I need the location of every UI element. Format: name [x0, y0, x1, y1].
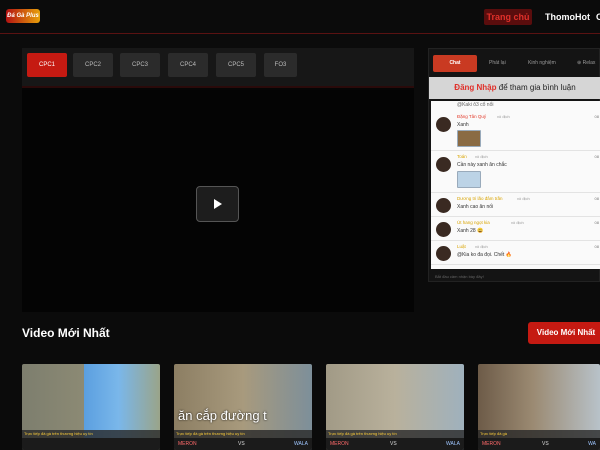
- message-text: @Kia ko đa đọi. Chết 🔥: [457, 252, 512, 258]
- message-text: Cần này xanh ăn chắc: [457, 162, 507, 168]
- tab-relax[interactable]: ⊕ Relax: [577, 55, 595, 72]
- tab-chat[interactable]: Chat: [433, 55, 477, 72]
- user-role-badge: vô địch: [511, 220, 524, 225]
- wala-label: WALA: [294, 441, 308, 447]
- video-thumbnail[interactable]: ăn cắp đường t Trực tiếp đá gà trên thươ…: [174, 364, 312, 450]
- video-thumbnail[interactable]: Trực tiếp đá gà MERON VS WA: [478, 364, 600, 450]
- tab-fo3[interactable]: FO3: [264, 53, 297, 77]
- message-time: 08: [594, 244, 599, 249]
- tab-replay[interactable]: Phát lại: [489, 55, 506, 72]
- chat-username: Luật: [457, 244, 466, 249]
- chat-tabs: Chat Phát lại Kinh nghiệm ⊕ Relax: [429, 49, 600, 75]
- latest-videos-title: Video Mới Nhất: [22, 326, 110, 340]
- chat-message: Út hang ngọt kia vô địch 08 Xanh 28 😀: [431, 217, 600, 241]
- video-caption: Trực tiếp đá gà trên thương hiệu uy tín: [22, 430, 160, 438]
- meron-label: MERON: [482, 441, 501, 447]
- chat-panel: Chat Phát lại Kinh nghiệm ⊕ Relax Đăng N…: [428, 48, 600, 282]
- chat-username: Út hang ngọt kia: [457, 220, 490, 225]
- chat-message: Toán vô địch 08 Cần này xanh ăn chắc: [431, 151, 600, 193]
- message-time: 08: [594, 154, 599, 159]
- chat-input[interactable]: Bắt đầu cảm nhận bày đây!: [429, 271, 600, 283]
- chat-message: Dương tri lão đâm trần vô địch 08 Xanh c…: [431, 193, 600, 217]
- sticker-image: [457, 130, 481, 147]
- vs-label: VS: [542, 441, 549, 447]
- avatar: [436, 222, 451, 237]
- wala-label: WALA: [446, 441, 460, 447]
- score-bar: [22, 438, 160, 450]
- user-role-badge: vô địch: [475, 154, 488, 159]
- play-button[interactable]: [196, 186, 239, 222]
- message-time: 08: [594, 114, 599, 119]
- avatar: [436, 198, 451, 213]
- score-bar: MERON VS WALA: [326, 438, 464, 450]
- meron-label: MERON: [178, 441, 197, 447]
- user-role-badge: vô địch: [517, 196, 530, 201]
- login-prompt-text: để tham gia bình luận: [496, 83, 576, 92]
- avatar: [436, 157, 451, 172]
- channel-tabs: CPC1 CPC2 CPC3 CPC4 CPC5 FO3: [22, 48, 414, 88]
- wala-label: WA: [588, 441, 596, 447]
- nav-thomohot[interactable]: ThomoHot: [545, 9, 590, 25]
- video-caption: Trực tiếp đá gà: [478, 430, 600, 438]
- message-text: Xanh 28 😀: [457, 228, 484, 234]
- video-screen[interactable]: [22, 90, 414, 312]
- site-logo[interactable]: Đá Gà Plus: [6, 9, 40, 23]
- video-caption: Trực tiếp đá gà trên thương hiệu uy tín: [174, 430, 312, 438]
- chat-username: Toán: [457, 154, 467, 159]
- login-prompt: Đăng Nhập để tham gia bình luận: [429, 77, 600, 99]
- avatar: [436, 246, 451, 261]
- chat-message: Luật vô địch 08 @Kia ko đa đọi. Chết 🔥: [431, 241, 600, 265]
- tab-cpc2[interactable]: CPC2: [73, 53, 113, 77]
- chat-username: Đặng Tân Quý: [457, 114, 487, 119]
- user-role-badge: vô địch: [475, 244, 488, 249]
- video-caption: Trực tiếp đá gà trên thương hiệu uy tín: [326, 430, 464, 438]
- message-text: Xanh cao ăn nối: [457, 204, 494, 210]
- meron-label: MERON: [330, 441, 349, 447]
- chat-top-text: @Kaki ô3 cổ nổi: [457, 102, 494, 108]
- tab-cpc1[interactable]: CPC1: [27, 53, 67, 77]
- chat-username: Dương tri lão đâm trần: [457, 196, 503, 201]
- user-role-badge: vô địch: [497, 114, 510, 119]
- message-time: 08: [594, 196, 599, 201]
- video-thumbnail[interactable]: Trực tiếp đá gà trên thương hiệu uy tín …: [326, 364, 464, 450]
- chat-messages[interactable]: @Kaki ô3 cổ nổi Đặng Tân Quý vô địch 08 …: [431, 101, 600, 269]
- sticker-image: [457, 171, 481, 188]
- video-player: CPC1 CPC2 CPC3 CPC4 CPC5 FO3: [22, 48, 414, 312]
- tab-cpc3[interactable]: CPC3: [120, 53, 160, 77]
- chat-message: Đặng Tân Quý vô địch 08 Xanh: [431, 111, 600, 151]
- video-thumbnail[interactable]: Trực tiếp đá gà trên thương hiệu uy tín: [22, 364, 160, 450]
- login-link[interactable]: Đăng Nhập: [454, 83, 496, 92]
- video-overlay-text: ăn cắp đường t: [178, 408, 267, 423]
- nav-home[interactable]: Trang chủ: [484, 9, 532, 25]
- nav-more[interactable]: C: [596, 9, 600, 25]
- tab-cpc4[interactable]: CPC4: [168, 53, 208, 77]
- message-time: 08: [594, 220, 599, 225]
- latest-videos-button[interactable]: Video Mới Nhất: [528, 322, 600, 344]
- message-text: Xanh: [457, 122, 469, 128]
- vs-label: VS: [390, 441, 397, 447]
- score-bar: MERON VS WA: [478, 438, 600, 450]
- play-icon: [214, 199, 222, 209]
- top-bar: Đá Gà Plus Trang chủ ThomoHot C: [0, 0, 600, 34]
- avatar: [436, 117, 451, 132]
- tab-cpc5[interactable]: CPC5: [216, 53, 256, 77]
- score-bar: MERON VS WALA: [174, 438, 312, 450]
- vs-label: VS: [238, 441, 245, 447]
- tab-experience[interactable]: Kinh nghiệm: [528, 55, 556, 72]
